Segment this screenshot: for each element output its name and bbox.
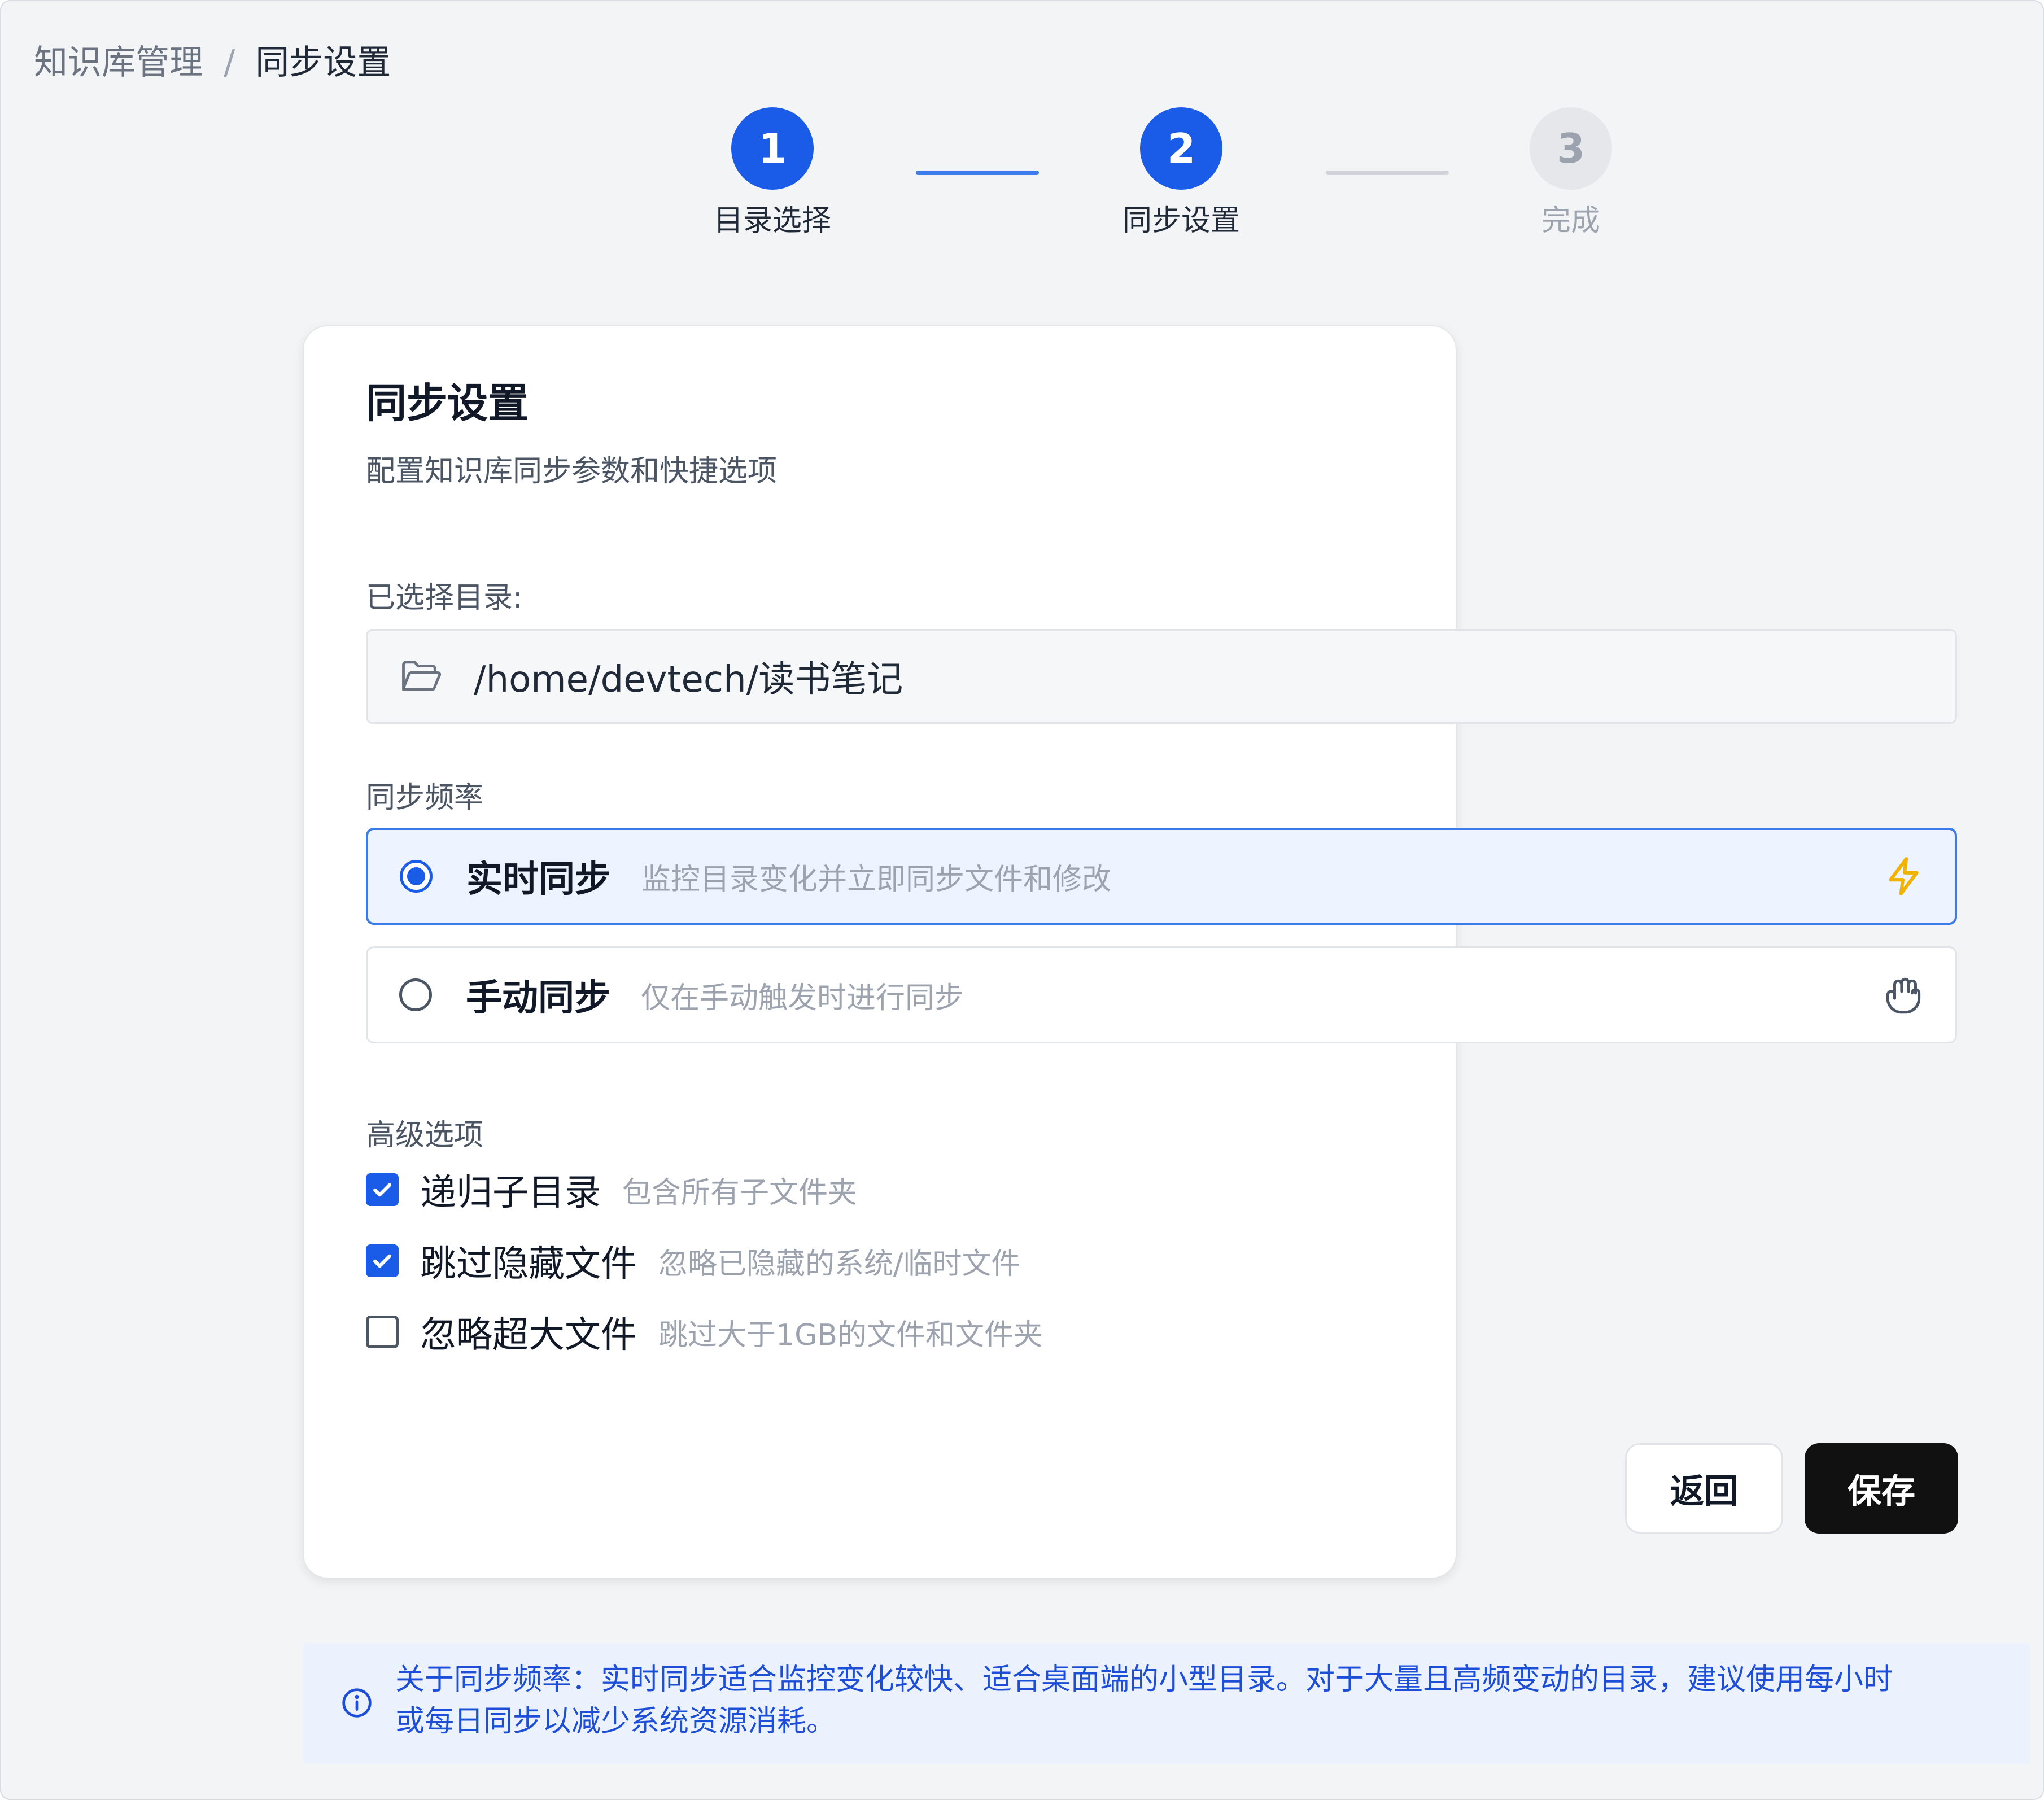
selected-directory-label: 已选择目录: bbox=[366, 581, 523, 615]
checkmark-icon bbox=[373, 1183, 391, 1197]
recursive-checkbox[interactable] bbox=[366, 1173, 399, 1206]
option-skip-hidden[interactable]: 跳过隐藏文件 忽略已隐藏的系统/临时文件 bbox=[366, 1235, 1021, 1286]
info-text-line-2: 或每日同步以减少系统资源消耗。 bbox=[395, 1705, 836, 1738]
hand-icon bbox=[1886, 977, 1921, 1014]
manual-title: 手动同步 bbox=[466, 977, 610, 1019]
back-button[interactable]: 返回 bbox=[1625, 1443, 1783, 1534]
breadcrumb: 知识库管理 / 同步设置 bbox=[34, 37, 391, 88]
breadcrumb-separator: / bbox=[224, 43, 235, 82]
step-2-label: 同步设置 bbox=[1122, 204, 1240, 238]
ignore-large-title: 忽略超大文件 bbox=[420, 1314, 637, 1356]
step-2: 2 同步设置 bbox=[1068, 107, 1294, 241]
breadcrumb-current: 同步设置 bbox=[255, 43, 391, 82]
step-3-number: 3 bbox=[1530, 107, 1612, 190]
lightning-icon bbox=[1889, 857, 1919, 895]
manual-description: 仅在手动触发时进行同步 bbox=[641, 981, 964, 1015]
frequency-option-realtime[interactable]: 实时同步 监控目录变化并立即同步文件和修改 bbox=[366, 828, 1957, 925]
manual-radio[interactable] bbox=[399, 978, 432, 1011]
breadcrumb-parent-link[interactable]: 知识库管理 bbox=[34, 37, 203, 88]
option-ignore-large[interactable]: 忽略超大文件 跳过大于1GB的文件和文件夹 bbox=[366, 1307, 1043, 1357]
realtime-radio[interactable] bbox=[400, 860, 433, 893]
frequency-option-manual[interactable]: 手动同步 仅在手动触发时进行同步 bbox=[366, 946, 1957, 1043]
folder-open-icon bbox=[402, 661, 442, 691]
sync-settings-card: 同步设置 配置知识库同步参数和快捷选项 已选择目录: /home/devtech… bbox=[303, 325, 1957, 1579]
ignore-large-checkbox[interactable] bbox=[366, 1316, 399, 1348]
info-banner: 关于同步频率：实时同步适合监控变化较快、适合桌面端的小型目录。对于大量且高频变动… bbox=[303, 1643, 2030, 1764]
realtime-title: 实时同步 bbox=[466, 859, 611, 901]
step-1: 1 目录选择 bbox=[660, 107, 885, 241]
skip-hidden-checkbox[interactable] bbox=[366, 1244, 399, 1277]
step-connector-1 bbox=[916, 171, 1039, 175]
realtime-description: 监控目录变化并立即同步文件和修改 bbox=[641, 862, 1112, 897]
step-3-label: 完成 bbox=[1541, 204, 1600, 238]
info-icon bbox=[342, 1688, 372, 1718]
recursive-title: 递归子目录 bbox=[420, 1172, 601, 1214]
sync-frequency-label: 同步频率 bbox=[366, 781, 484, 815]
app-window: 知识库管理 / 同步设置 1 目录选择 2 同步设置 3 完成 同步设置 配置知… bbox=[0, 0, 2044, 1800]
step-connector-2 bbox=[1326, 171, 1449, 175]
recursive-description: 包含所有子文件夹 bbox=[622, 1176, 858, 1210]
step-3: 3 完成 bbox=[1458, 107, 1684, 241]
selected-directory-path: /home/devtech/读书笔记 bbox=[474, 659, 903, 701]
step-1-number: 1 bbox=[731, 107, 814, 190]
info-text-line-1: 关于同步频率：实时同步适合监控变化较快、适合桌面端的小型目录。对于大量且高频变动… bbox=[395, 1663, 1893, 1697]
skip-hidden-description: 忽略已隐藏的系统/临时文件 bbox=[658, 1247, 1021, 1281]
advanced-options-label: 高级选项 bbox=[366, 1119, 484, 1152]
option-recursive[interactable]: 递归子目录 包含所有子文件夹 bbox=[366, 1164, 857, 1215]
info-text: 关于同步频率：实时同步适合监控变化较快、适合桌面端的小型目录。对于大量且高频变动… bbox=[395, 1659, 2010, 1742]
ignore-large-description: 跳过大于1GB的文件和文件夹 bbox=[658, 1318, 1043, 1352]
checkmark-icon bbox=[373, 1254, 391, 1268]
card-subtitle: 配置知识库同步参数和快捷选项 bbox=[366, 455, 778, 488]
card-title: 同步设置 bbox=[366, 379, 529, 427]
step-2-number: 2 bbox=[1140, 107, 1222, 190]
selected-directory-field: /home/devtech/读书笔记 bbox=[366, 629, 1957, 724]
save-button[interactable]: 保存 bbox=[1805, 1443, 1958, 1534]
skip-hidden-title: 跳过隐藏文件 bbox=[420, 1243, 637, 1285]
step-1-label: 目录选择 bbox=[713, 204, 831, 238]
